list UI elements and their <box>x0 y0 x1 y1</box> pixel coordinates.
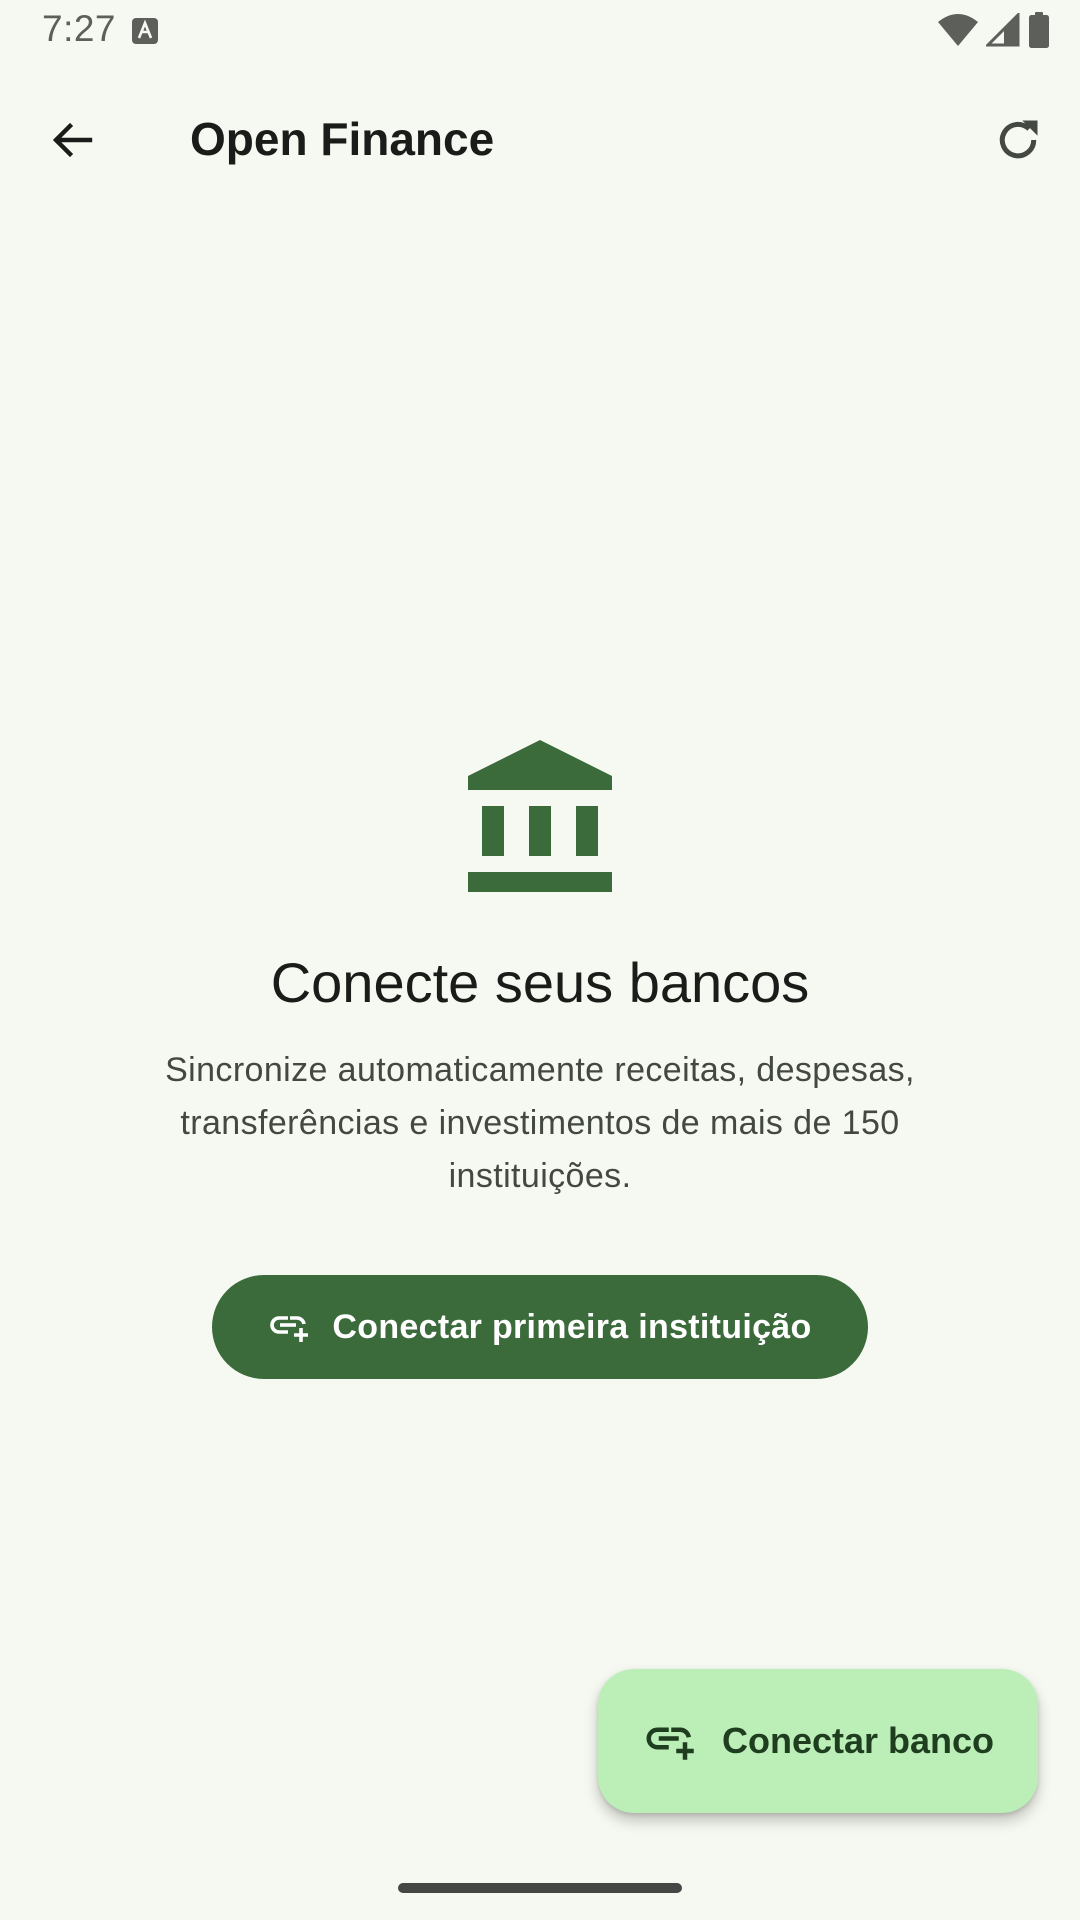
arrow-back-icon <box>52 122 93 158</box>
add-link-icon <box>646 1727 694 1760</box>
notification-icon <box>132 18 158 44</box>
wifi-icon <box>938 14 978 46</box>
cellular-signal-icon <box>986 13 1020 47</box>
connect-first-institution-label: Conectar primeira instituição <box>332 1307 812 1346</box>
battery-icon <box>1029 12 1049 48</box>
connect-bank-fab[interactable]: Conectar banco <box>598 1669 1038 1813</box>
status-time: 7:27 <box>42 8 117 49</box>
screen: 7:27 Open Finance Conecte seus bancos Si… <box>0 0 1080 1920</box>
empty-state-description: Sincronize automaticamente receitas, des… <box>165 1051 915 1195</box>
refresh-icon <box>999 120 1038 159</box>
connect-first-institution-button[interactable]: Conectar primeira instituição <box>212 1275 868 1379</box>
page-title: Open Finance <box>190 113 495 165</box>
top-app-bar: Open Finance <box>0 68 1080 204</box>
gesture-navigation-bar[interactable] <box>398 1883 682 1893</box>
refresh-button[interactable] <box>976 98 1060 182</box>
bank-icon <box>468 740 612 892</box>
empty-state-title: Conecte seus bancos <box>270 951 810 1014</box>
empty-state: Conecte seus bancos Sincronize automatic… <box>0 740 1080 1203</box>
status-icons <box>938 12 1050 48</box>
status-bar: 7:27 <box>0 0 1080 62</box>
add-link-icon <box>270 1316 309 1342</box>
connect-bank-label: Conectar banco <box>721 1720 995 1761</box>
back-button[interactable] <box>30 98 114 182</box>
